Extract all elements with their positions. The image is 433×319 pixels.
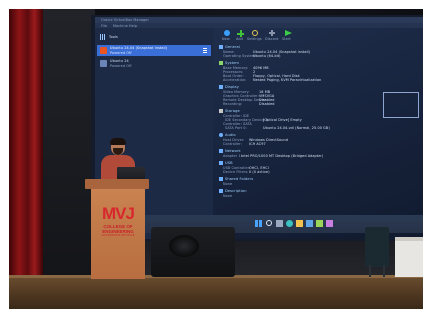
- app-icon[interactable]: [316, 220, 323, 227]
- network-key: Adapter 1:: [223, 154, 242, 158]
- mvj-logo: MVJ: [102, 204, 135, 223]
- side-table-cloth-fold: [395, 237, 423, 241]
- vm-name: Ubuntu 24: [110, 59, 129, 63]
- audio-key: Controller:: [223, 142, 242, 146]
- side-wall: [43, 9, 95, 279]
- stage-floor: [9, 277, 423, 309]
- general-value: Ubuntu (64-bit): [253, 54, 281, 58]
- search-icon[interactable]: [266, 220, 272, 226]
- new-button[interactable]: New: [221, 29, 233, 43]
- vm-os-icon: [100, 60, 107, 67]
- tools-item[interactable]: Tools: [99, 33, 209, 41]
- start-button[interactable]: Start: [281, 29, 295, 43]
- menu-machine[interactable]: Machine: [113, 24, 128, 28]
- settings-button[interactable]: Settings: [247, 29, 263, 43]
- audio-title: Audio: [225, 133, 236, 137]
- description-value: None: [223, 194, 233, 198]
- storage-value: [Optical Drive] Empty: [263, 118, 302, 122]
- virtualbox-taskbar-icon[interactable]: [306, 220, 313, 227]
- usb-icon: [219, 161, 223, 165]
- preview-box: [383, 92, 419, 118]
- menu-file[interactable]: File: [101, 24, 107, 28]
- shared-folders-title: Shared Folders: [225, 177, 254, 181]
- general-key: Operating System:: [223, 54, 257, 58]
- photo: Oracle VirtualBox Manager File Machine H…: [9, 9, 423, 309]
- vm-name: Ubuntu 24.04 (Snapshot install): [110, 46, 168, 50]
- start-arrow-icon: [285, 30, 292, 36]
- general-title: General: [225, 45, 240, 49]
- vm-state: Powered Off: [110, 50, 132, 55]
- add-button[interactable]: Add: [234, 29, 246, 43]
- storage-title: Storage: [225, 109, 240, 113]
- chair: [365, 227, 389, 267]
- edge-icon[interactable]: [286, 220, 293, 227]
- task-view-icon[interactable]: [276, 220, 283, 227]
- vm-state: Powered Off: [110, 63, 132, 68]
- settings-label: Settings: [247, 37, 262, 41]
- display-title: Display: [225, 85, 239, 89]
- gear-icon: [252, 30, 258, 36]
- display-key: Recording:: [223, 102, 243, 106]
- taskbar-icons: [255, 220, 335, 228]
- speaker-cone: [169, 235, 199, 257]
- chair-leg: [383, 265, 385, 277]
- storage-icon: [219, 109, 223, 113]
- system-icon: [219, 61, 223, 65]
- tools-icon: [100, 34, 106, 40]
- usb-value: 0 (0 active): [249, 170, 270, 174]
- vm-os-icon: [100, 47, 107, 54]
- storage-value: Ubuntu 24.04.vdi (Normal, 25.00 GB): [263, 126, 330, 130]
- menu-help[interactable]: Help: [129, 24, 137, 28]
- new-icon: [224, 30, 230, 36]
- explorer-icon[interactable]: [296, 220, 303, 227]
- discard-label: Discard: [265, 37, 279, 41]
- add-label: Add: [236, 37, 243, 41]
- system-title: System: [225, 61, 240, 65]
- vm-menu-icon[interactable]: [203, 48, 207, 53]
- toolbar: New Add Settings Discard Start: [221, 29, 301, 43]
- details-panel: General Name: Ubuntu 24.04 (Snapshot ins…: [219, 45, 419, 237]
- audio-value: ICH AC97: [249, 142, 266, 146]
- chair-leg: [369, 265, 371, 277]
- windows-start-icon[interactable]: [255, 220, 262, 227]
- new-label: New: [222, 37, 230, 41]
- display-icon: [219, 85, 223, 89]
- network-icon: [219, 149, 223, 153]
- audio-icon: [219, 133, 223, 137]
- system-key: Acceleration:: [223, 78, 247, 82]
- add-icon: [237, 30, 244, 37]
- app-icon[interactable]: [326, 220, 333, 227]
- side-table: [395, 237, 423, 277]
- storage-key: SATA Port 0:: [225, 126, 247, 130]
- vm-list-item-selected[interactable]: Ubuntu 24.04 (Snapshot install) Powered …: [97, 45, 211, 56]
- start-label: Start: [282, 37, 291, 41]
- college-line-3: AUTONOMOUS INSTITUTE: [101, 234, 135, 237]
- description-icon: [219, 189, 223, 193]
- discard-button[interactable]: Discard: [265, 29, 279, 43]
- network-value: Intel PRO/1000 MT Desktop (Bridged Adapt…: [241, 154, 324, 158]
- stage-curtain: [9, 9, 43, 279]
- speaker-hair: [110, 138, 126, 145]
- usb-key: Device Filters:: [223, 170, 249, 174]
- system-value: 4096 MB: [253, 66, 269, 70]
- description-title: Description: [225, 189, 247, 193]
- system-value: Nested Paging, KVM Paravirtualization: [253, 78, 322, 82]
- network-title: Network: [225, 149, 241, 153]
- vm-list-item[interactable]: Ubuntu 24 Powered Off: [97, 58, 211, 69]
- folder-icon: [219, 177, 223, 181]
- discard-icon: [269, 30, 275, 36]
- shared-folders-value: None: [223, 182, 233, 186]
- podium-logo-panel: MVJ COLLEGE OF ENGINEERING AUTONOMOUS IN…: [95, 205, 141, 257]
- window-title: Oracle VirtualBox Manager: [101, 18, 149, 22]
- display-value: Disabled: [259, 102, 275, 106]
- usb-title: USB: [225, 161, 233, 165]
- podium-top: [85, 179, 149, 189]
- general-icon: [219, 45, 223, 49]
- tools-label: Tools: [109, 35, 118, 39]
